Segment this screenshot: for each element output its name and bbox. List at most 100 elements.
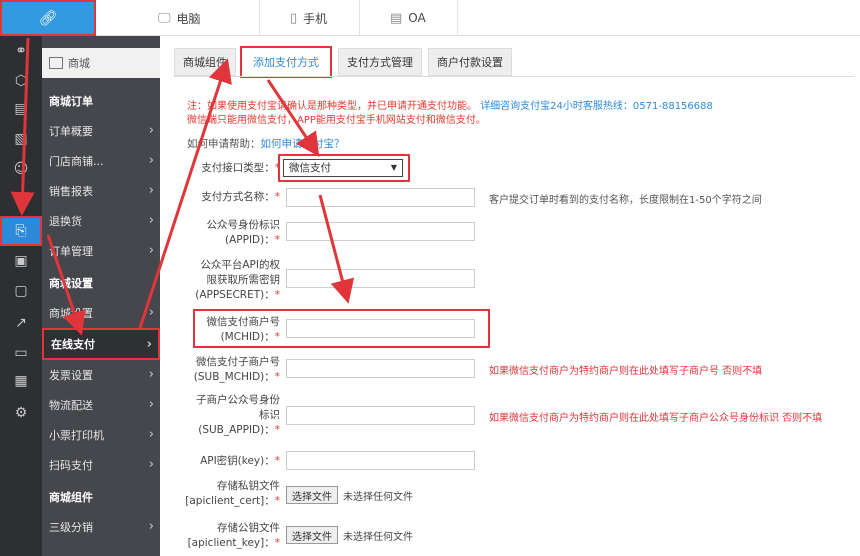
- share-icon[interactable]: ∷: [0, 184, 42, 214]
- section-label: 商城订单: [49, 95, 93, 108]
- chevron-right-icon: ›: [148, 213, 154, 228]
- sub-appid-hint: 如果微信支付商户为特约商户则在此处填写子商户公众号身份标识 否则不填: [489, 413, 823, 424]
- monitor-icon: 🖵︎: [158, 10, 171, 26]
- sub-mchid-input[interactable]: [286, 359, 475, 378]
- sidebar-item-order-overview[interactable]: 订单概要 ›: [42, 116, 160, 146]
- tab-merchant-payment[interactable]: 商户付款设置: [428, 48, 512, 76]
- link-icon[interactable]: ⚭: [0, 36, 42, 66]
- sidebar-section-orders: 商城订单: [42, 86, 160, 116]
- user-icon[interactable]: ☺: [0, 154, 42, 184]
- sidebar-item-label: 小票打印机: [49, 429, 104, 442]
- sidebar-item-label: 订单概要: [49, 125, 93, 138]
- top-bar: 🔗︎ 🖵︎ 电脑 ▯ 手机 ▤ OA: [0, 0, 860, 36]
- sub-mchid-label: 微信支付子商户号 (SUB_MCHID)：*: [193, 356, 280, 383]
- chevron-right-icon: ›: [148, 367, 154, 382]
- sidebar-item-label: 退换货: [49, 215, 82, 228]
- section-label: 商城设置: [49, 277, 93, 290]
- sidebar-item-shop-settings[interactable]: 商城设置 ›: [42, 298, 160, 328]
- mchid-input[interactable]: [286, 319, 475, 338]
- grid-icon[interactable]: ▦: [0, 366, 42, 396]
- sidebar-item-scan-pay[interactable]: 扫码支付 ›: [42, 450, 160, 480]
- logo-button[interactable]: 🔗︎: [0, 0, 96, 36]
- sidebar-shop-header[interactable]: 商城: [42, 48, 160, 78]
- chevron-right-icon: ›: [148, 427, 154, 442]
- chart-icon[interactable]: ↗: [0, 308, 42, 338]
- chevron-down-icon: ▼: [390, 163, 397, 172]
- chevron-right-icon: ›: [148, 457, 154, 472]
- sidebar-shop-label: 商城: [68, 57, 90, 70]
- sidebar-item-label: 在线支付: [51, 338, 95, 351]
- appsecret-label: 公众平台API的权 限获取所需密钥 (APPSECRET)：*: [195, 259, 280, 301]
- chevron-right-icon: ›: [146, 337, 152, 352]
- select-value: 微信支付: [289, 162, 331, 174]
- help-link[interactable]: 如何申请支付宝？: [261, 138, 345, 150]
- tab-mobile[interactable]: ▯ 手机: [260, 0, 360, 36]
- api-key-label: API密钥(key)：*: [200, 455, 280, 467]
- clipboard-icon[interactable]: ⎘: [0, 216, 42, 246]
- chevron-right-icon: ›: [148, 243, 154, 258]
- appid-input[interactable]: [286, 222, 475, 241]
- key-file-status: 未选择任何文件: [343, 532, 413, 543]
- cert-file-label: 存储私钥文件 [apiclient_cert]：*: [185, 480, 280, 507]
- gear-icon[interactable]: ⚙: [0, 398, 42, 428]
- chevron-right-icon: ›: [148, 153, 154, 168]
- sidebar-item-logistics[interactable]: 物流配送 ›: [42, 390, 160, 420]
- sidebar-item-online-payment[interactable]: 在线支付 ›: [42, 328, 160, 360]
- chevron-right-icon: ›: [148, 519, 154, 534]
- sidebar-item-printer[interactable]: 小票打印机 ›: [42, 420, 160, 450]
- sidebar-item-label: 发票设置: [49, 369, 93, 382]
- key-file-button[interactable]: 选择文件: [286, 526, 338, 544]
- sidebar-item-stores[interactable]: 门店商铺... ›: [42, 146, 160, 176]
- sidebar-item-sales-report[interactable]: 销售报表 ›: [42, 176, 160, 206]
- sidebar: 商城 商城订单 订单概要 › 门店商铺... › 销售报表 › 退换货 › 订单管理 › …: [42, 36, 160, 556]
- cert-file-button[interactable]: 选择文件: [286, 486, 338, 504]
- tab-oa[interactable]: ▤ OA: [360, 0, 458, 36]
- tab-mobile-label: 手机: [303, 11, 328, 26]
- cube-icon[interactable]: ⬡: [0, 66, 42, 96]
- payment-type-label: 支付接口类型：*: [201, 162, 280, 174]
- sidebar-item-returns[interactable]: 退换货 ›: [42, 206, 160, 236]
- tab-add-payment[interactable]: 添加支付方式: [240, 46, 332, 78]
- help-row: 如何申请帮助：如何申请支付宝？: [187, 136, 345, 151]
- chevron-right-icon: ›: [148, 123, 154, 138]
- sidebar-item-label: 门店商铺...: [49, 155, 104, 168]
- document-icon[interactable]: ▤: [0, 94, 42, 124]
- sidebar-item-distribution[interactable]: 三级分销 ›: [42, 512, 160, 542]
- tab-oa-label: OA: [408, 11, 426, 25]
- sidebar-item-label: 订单管理: [49, 245, 93, 258]
- tab-label: 添加支付方式: [253, 56, 319, 69]
- tab-divider: [174, 76, 854, 77]
- sidebar-item-label: 三级分销: [49, 521, 93, 534]
- sidebar-section-settings: 商城设置: [42, 268, 160, 298]
- api-key-input[interactable]: [286, 451, 475, 470]
- id-card-icon[interactable]: ▭: [0, 338, 42, 368]
- briefcase-icon[interactable]: ▢: [0, 276, 42, 306]
- image-icon[interactable]: ▧: [0, 124, 42, 154]
- tab-label: 支付方式管理: [347, 56, 413, 69]
- payment-type-select[interactable]: 微信支付 ▼: [283, 159, 403, 177]
- store-icon[interactable]: ▣: [0, 246, 42, 276]
- sub-appid-label: 子商户公众号身份 标识 (SUB_APPID)：*: [196, 394, 280, 436]
- appsecret-input[interactable]: [286, 269, 475, 288]
- tab-pc-label: 电脑: [176, 11, 201, 26]
- tab-pc[interactable]: 🖵︎ 电脑: [96, 0, 260, 36]
- sidebar-item-order-manage[interactable]: 订单管理 ›: [42, 236, 160, 266]
- store-icon: [49, 57, 63, 69]
- sub-appid-input[interactable]: [286, 406, 475, 425]
- icon-bar: ⚭ ⬡ ▤ ▧ ☺ ∷ ⎘ ▣ ▢ ↗ ▭ ▦ ⚙: [0, 36, 42, 556]
- phone-icon: ▯: [290, 10, 298, 26]
- sidebar-item-invoice[interactable]: 发票设置 ›: [42, 360, 160, 390]
- alipay-note: 注：如果使用支付宝请确认是那种类型，并已申请开通支付功能。 详细咨询支付宝24小…: [187, 97, 713, 112]
- sidebar-item-label: 销售报表: [49, 185, 93, 198]
- key-file-label: 存储公钥文件 [apiclient_key]：*: [187, 522, 280, 549]
- tab-shop-components[interactable]: 商城组件: [174, 48, 236, 76]
- payment-name-input[interactable]: [286, 188, 475, 207]
- help-label: 如何申请帮助：: [187, 138, 261, 150]
- tab-label: 商户付款设置: [437, 56, 503, 69]
- link-icon: 🔗︎: [38, 9, 58, 27]
- hotline-link[interactable]: 详细咨询支付宝24小时客服热线：0571-88156688: [480, 101, 713, 112]
- sidebar-section-components: 商城组件: [42, 482, 160, 512]
- tab-payment-manage[interactable]: 支付方式管理: [338, 48, 422, 76]
- cert-file-status: 未选择任何文件: [343, 492, 413, 503]
- mchid-label: 微信支付商户号 (MCHID)：*: [206, 316, 281, 343]
